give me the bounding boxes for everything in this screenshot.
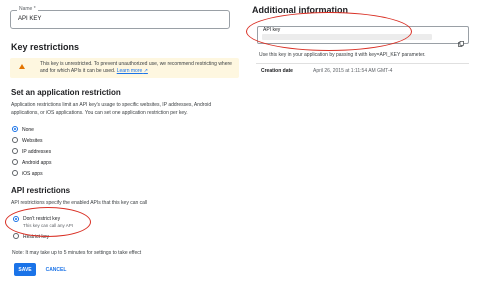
radio-ios-apps-label: iOS apps xyxy=(22,171,43,177)
radio-websites-label: Websites xyxy=(22,138,43,144)
radio-websites[interactable] xyxy=(12,137,18,143)
radio-restrict-key-label: Restrict key xyxy=(23,234,50,240)
api-key-value xyxy=(262,34,432,40)
radio-restrict-key[interactable] xyxy=(13,233,19,239)
creation-date-value: April 26, 2015 at 1:11:54 AM GMT-4 xyxy=(313,68,393,74)
additional-info-title: Additional information xyxy=(252,5,348,15)
app-restriction-description: Application restrictions limit an API ke… xyxy=(11,102,212,116)
warning-text: This key is unrestricted. To prevent una… xyxy=(40,61,236,75)
name-field-label: Name * xyxy=(17,6,38,12)
radio-android-apps-label: Android apps xyxy=(22,160,52,166)
radio-dont-restrict-sub: This key can call any API xyxy=(23,223,74,228)
annotation-oval-left xyxy=(5,207,91,237)
radio-ios-apps[interactable] xyxy=(12,170,18,176)
creation-date-label: Creation date xyxy=(261,68,293,74)
radio-none-label: None xyxy=(22,127,34,133)
save-button[interactable]: SAVE xyxy=(14,263,36,276)
radio-dont-restrict-label: Don't restrict key xyxy=(23,216,61,222)
radio-ip-addresses[interactable] xyxy=(12,148,18,154)
name-field[interactable]: Name * API KEY xyxy=(10,6,230,29)
api-restrictions-description: API restrictions specify the enabled API… xyxy=(11,200,148,206)
learn-more-link[interactable]: Learn more ↗ xyxy=(117,68,148,74)
api-restrictions-title: API restrictions xyxy=(11,186,71,195)
external-link-icon: ↗ xyxy=(143,68,148,74)
cancel-button[interactable]: CANCEL xyxy=(43,263,69,276)
key-restrictions-title: Key restrictions xyxy=(11,42,80,52)
copy-icon[interactable] xyxy=(458,34,464,47)
settings-note: Note: It may take up to 5 minutes for se… xyxy=(12,250,142,256)
radio-android-apps[interactable] xyxy=(12,159,18,165)
api-key-label: API key xyxy=(263,27,281,33)
radio-ip-addresses-label: IP addresses xyxy=(22,149,52,155)
warning-icon xyxy=(19,64,25,69)
api-key-hint: Use this key in your application by pass… xyxy=(259,52,426,58)
divider xyxy=(256,63,469,64)
name-field-value: API KEY xyxy=(18,16,42,22)
radio-dont-restrict[interactable] xyxy=(13,216,19,222)
radio-none[interactable] xyxy=(12,126,18,132)
app-restriction-title: Set an application restriction xyxy=(11,88,121,97)
